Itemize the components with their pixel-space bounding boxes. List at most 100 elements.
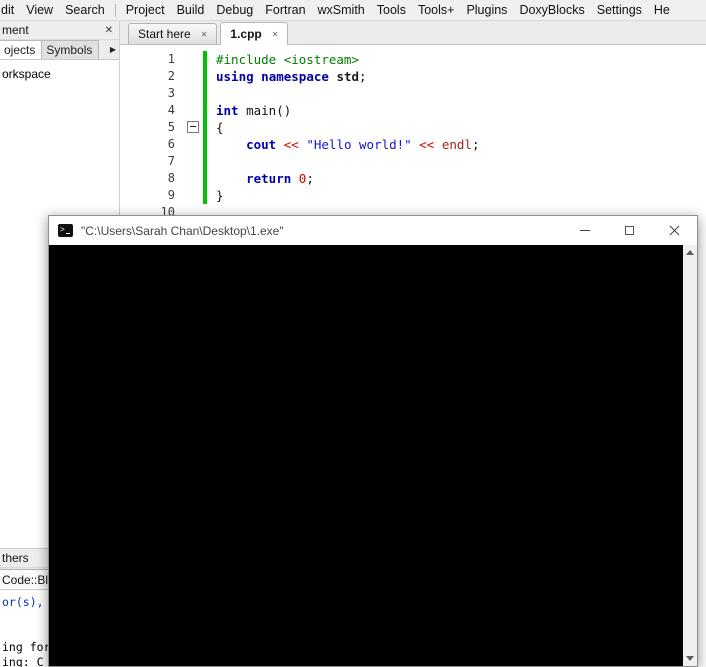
code-token: { [216, 120, 224, 135]
menu-item-settings[interactable]: Settings [591, 1, 648, 19]
code-token: ; [471, 137, 480, 152]
management-header: ment ✕ [0, 21, 119, 40]
editor-tab-start-here[interactable]: Start here ✕ [128, 23, 218, 44]
code-token: namespace [261, 69, 329, 84]
code-text: { [207, 119, 224, 136]
code-text: return 0; [207, 170, 314, 187]
code-token: cout [246, 137, 277, 152]
management-title: ment [2, 23, 29, 37]
minimize-icon [579, 230, 590, 231]
scroll-up-icon[interactable] [686, 250, 694, 255]
code-token: return [246, 171, 292, 186]
tab-scroll-right-icon[interactable]: ▶ [110, 45, 116, 54]
close-icon [669, 225, 680, 236]
minimize-button[interactable] [562, 216, 607, 245]
fold-margin [185, 102, 203, 119]
line-number[interactable]: 3 [120, 85, 185, 102]
management-tab-ojects[interactable]: ojects [0, 40, 43, 59]
fold-marker-icon[interactable] [187, 121, 199, 133]
console-window: "C:\Users\Sarah Chan\Desktop\1.exe" [48, 215, 698, 667]
code-line: 4 int main() [120, 102, 706, 119]
code-text: int main() [207, 102, 291, 119]
tab-close-icon[interactable]: ✕ [272, 30, 279, 39]
close-button[interactable] [652, 216, 697, 245]
menu-item-project[interactable]: Project [120, 1, 171, 19]
code-line: 1 #include <iostream> [120, 51, 706, 68]
editor-tabbar: Start here ✕ 1.cpp ✕ [120, 21, 706, 45]
code-token: using [216, 69, 254, 84]
code-token: int [216, 103, 239, 118]
editor-tab-1-cpp[interactable]: 1.cpp ✕ [220, 22, 289, 45]
code-text: cout << "Hello world!" << endl; [207, 136, 479, 153]
code-token: } [216, 188, 224, 203]
maximize-button[interactable] [607, 216, 652, 245]
fold-margin [185, 136, 203, 153]
code-text: #include <iostream> [207, 51, 359, 68]
management-tree: orkspace [0, 60, 119, 82]
line-number[interactable]: 7 [120, 153, 185, 170]
line-number[interactable]: 1 [120, 51, 185, 68]
editor-tab-label: Start here [138, 27, 191, 41]
code-token: endl [441, 137, 472, 152]
line-number[interactable]: 5 [120, 119, 185, 136]
menu-item-he[interactable]: He [648, 1, 676, 19]
menu-item-wxsmith[interactable]: wxSmith [312, 1, 371, 19]
management-tab-symbols[interactable]: Symbols [41, 40, 100, 59]
fold-margin [185, 51, 203, 68]
code-line: 9} [120, 187, 706, 204]
menu-separator [114, 3, 116, 17]
menu-item-build[interactable]: Build [171, 1, 211, 19]
logs-tab-codeblocks[interactable]: Code::Bl [0, 569, 56, 589]
code-token: ; [359, 69, 367, 84]
close-icon[interactable]: ✕ [105, 25, 113, 36]
fold-margin [185, 153, 203, 170]
console-scrollbar[interactable] [683, 245, 697, 666]
logs-caption-label: thers [2, 551, 29, 565]
line-number[interactable]: 8 [120, 170, 185, 187]
fold-margin [185, 119, 203, 136]
console-app-icon[interactable] [58, 224, 73, 237]
line-number[interactable]: 9 [120, 187, 185, 204]
code-token: std [336, 69, 360, 84]
workspace-tree-item[interactable]: orkspace [2, 67, 119, 82]
line-number[interactable]: 4 [120, 102, 185, 119]
menu-item-tools[interactable]: Tools [371, 1, 412, 19]
code-line: 8 return 0; [120, 170, 706, 187]
console-titlebar[interactable]: "C:\Users\Sarah Chan\Desktop\1.exe" [49, 216, 697, 245]
menubar: dit View Search Project Build Debug Fortran wxS… [0, 0, 706, 21]
code-line: 3 [120, 85, 706, 102]
tab-close-icon[interactable]: ✕ [201, 30, 208, 39]
scroll-down-icon[interactable] [686, 656, 694, 661]
menu-item-view[interactable]: View [20, 1, 59, 19]
code-line: 2 using namespace std; [120, 68, 706, 85]
code-lines[interactable]: 1 #include <iostream> 2 using namespace std… [120, 45, 706, 221]
window-controls [562, 216, 697, 245]
line-number[interactable]: 6 [120, 136, 185, 153]
fold-margin [185, 85, 203, 102]
console-output[interactable] [49, 245, 697, 666]
code-text: } [207, 187, 224, 204]
line-number[interactable]: 2 [120, 68, 185, 85]
menu-item-tools[interactable]: Tools+ [412, 1, 460, 19]
code-token: "Hello world!" [306, 137, 412, 152]
code-token: #include <iostream> [216, 52, 359, 67]
menu-item-plugins[interactable]: Plugins [460, 1, 513, 19]
console-title: "C:\Users\Sarah Chan\Desktop\1.exe" [81, 223, 284, 238]
ide-root: dit View Search Project Build Debug Fortran wxS… [0, 0, 706, 667]
menu-item-dit[interactable]: dit [0, 1, 20, 19]
menu-item-search[interactable]: Search [59, 1, 111, 19]
management-tabbar: ▶ ojects Symbols [0, 40, 119, 60]
code-line: 6 cout << "Hello world!" << endl; [120, 136, 706, 153]
maximize-icon [625, 226, 634, 235]
menu-item-fortran[interactable]: Fortran [259, 1, 311, 19]
code-token: << [283, 137, 299, 152]
menu-item-debug[interactable]: Debug [210, 1, 259, 19]
menu-item-doxyblocks[interactable]: DoxyBlocks [513, 1, 590, 19]
